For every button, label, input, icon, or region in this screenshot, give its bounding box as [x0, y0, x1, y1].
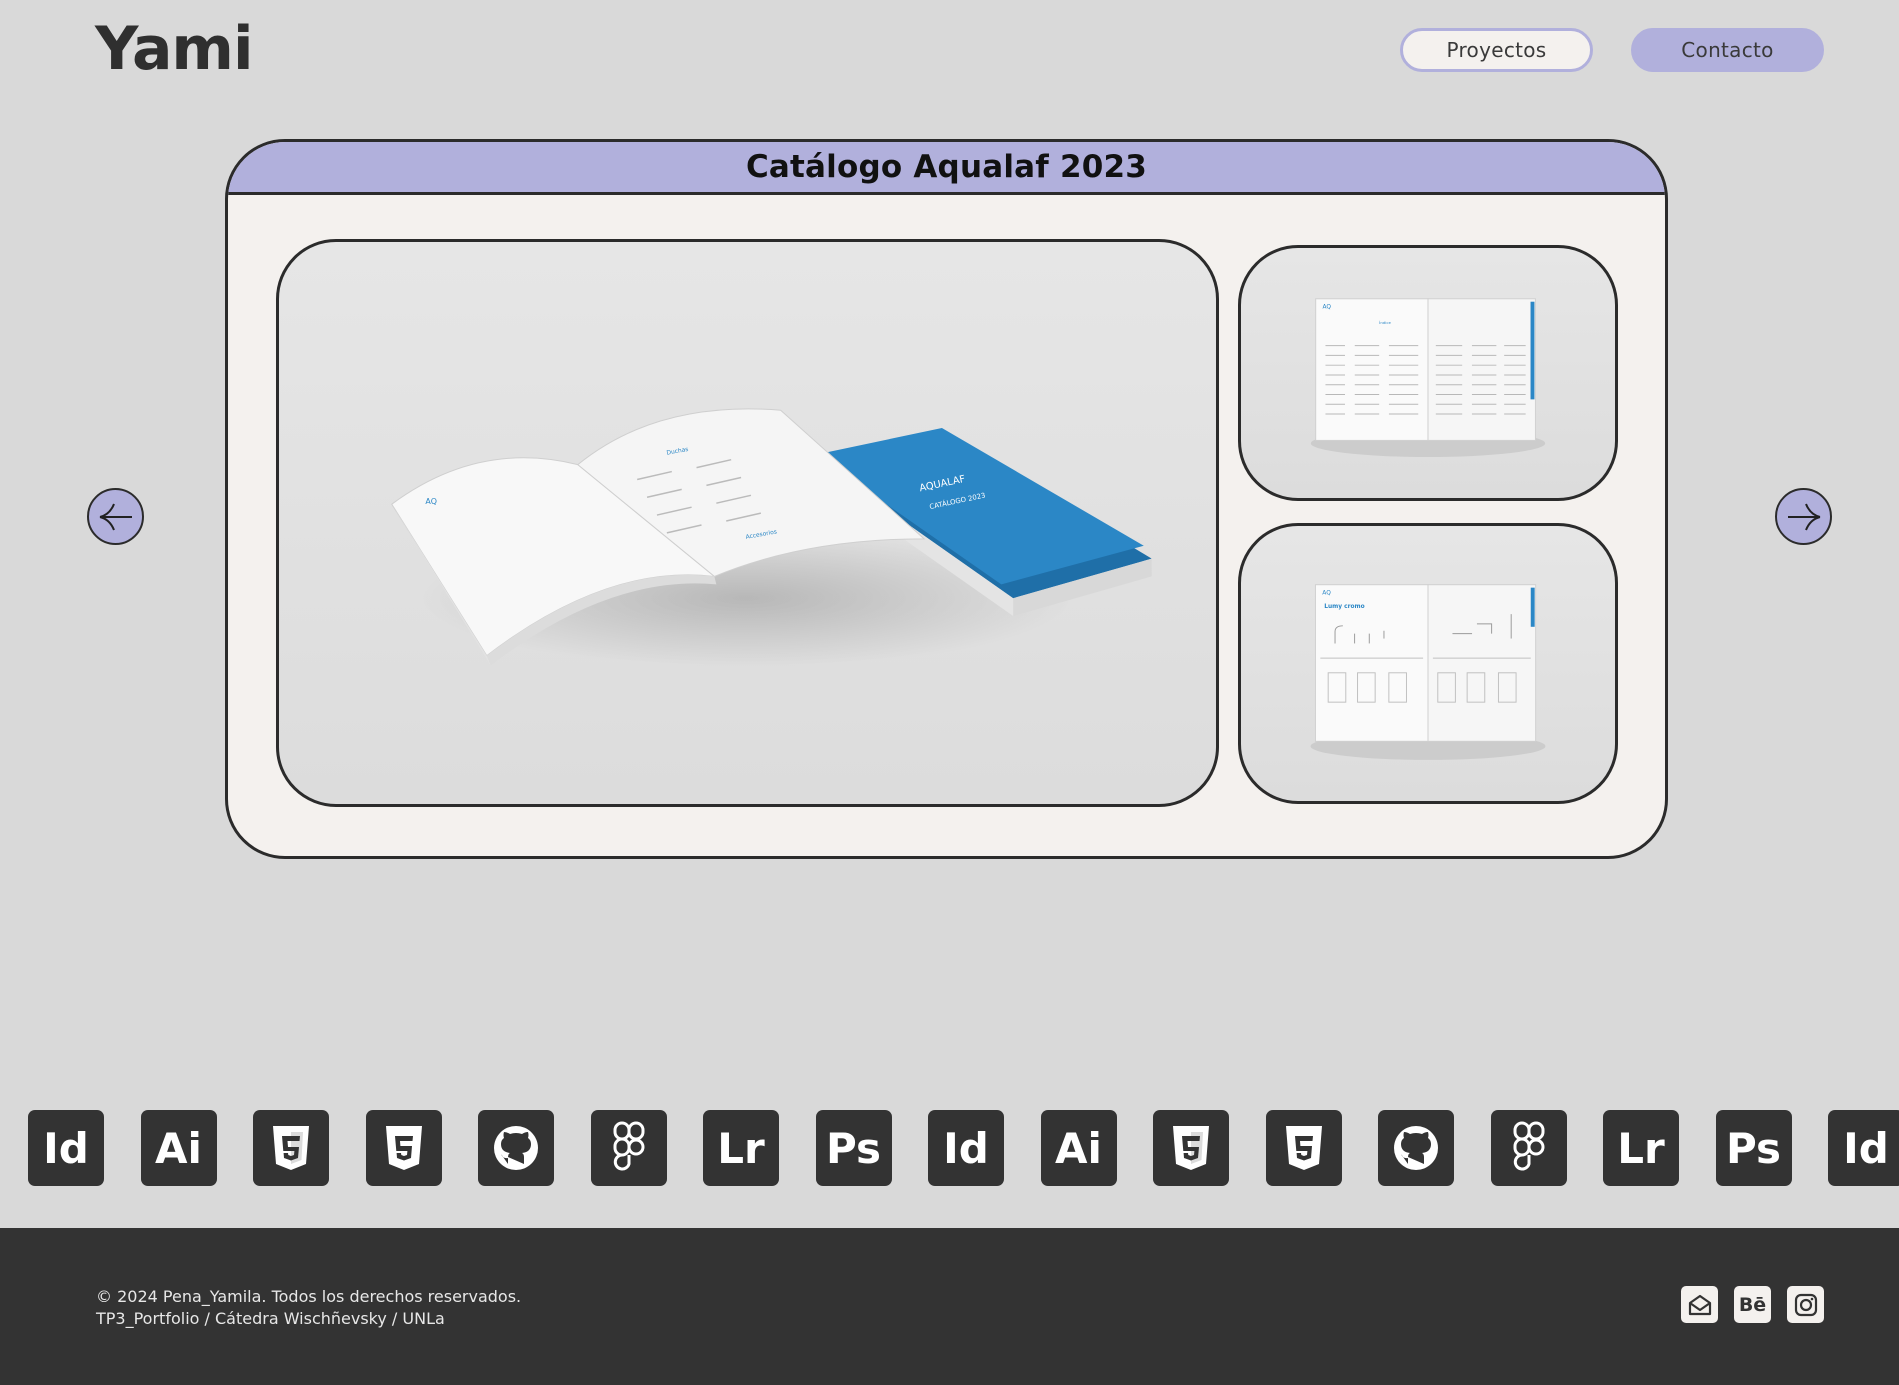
- tools-marquee: Id Ai Lr Ps Id Ai Lr Ps Id: [0, 1110, 1899, 1186]
- indesign-icon: Id: [1828, 1110, 1899, 1186]
- next-project-button[interactable]: [1775, 488, 1832, 545]
- html5-icon: [253, 1110, 329, 1186]
- illustrator-icon: Ai: [140, 1110, 217, 1186]
- css3-icon: [365, 1110, 442, 1186]
- catalog-spread-product[interactable]: AQ Lumy cromo: [1238, 523, 1618, 804]
- lightroom-icon: Lr: [1603, 1110, 1679, 1186]
- catalog-spread-index[interactable]: AQ Índice: [1238, 245, 1618, 501]
- illustrator-icon: Ai: [1040, 1110, 1117, 1186]
- svg-text:Lumy cromo: Lumy cromo: [1324, 604, 1364, 610]
- catalog-index-image: AQ Índice: [1310, 298, 1546, 457]
- css3-icon: [1265, 1110, 1342, 1186]
- svg-text:AQ: AQ: [1323, 305, 1332, 311]
- catalog-mockup-image: AQUALAF CATÁLOGO 2023 AQ Duchas Accesori…: [391, 408, 1152, 668]
- contact-button[interactable]: Contacto: [1631, 28, 1824, 72]
- photoshop-icon: Ps: [1715, 1110, 1792, 1186]
- previous-project-button[interactable]: [87, 488, 144, 545]
- svg-text:AQ: AQ: [1322, 591, 1331, 597]
- html5-icon: [1153, 1110, 1229, 1186]
- figma-icon: [590, 1110, 667, 1186]
- svg-text:AQ: AQ: [425, 497, 436, 506]
- github-icon: [1378, 1110, 1454, 1186]
- photoshop-icon: Ps: [815, 1110, 892, 1186]
- github-icon: [478, 1110, 554, 1186]
- projects-button[interactable]: Proyectos: [1400, 28, 1593, 72]
- catalog-mockup-main[interactable]: AQUALAF CATÁLOGO 2023 AQ Duchas Accesori…: [276, 239, 1219, 807]
- footer-text: © 2024 Pena_Yamila. Todos los derechos r…: [96, 1286, 521, 1330]
- arrow-right-icon: [1787, 503, 1820, 530]
- copyright-text: © 2024 Pena_Yamila. Todos los derechos r…: [96, 1287, 522, 1306]
- portfolio-page: Yami Proyectos Contacto Catálogo Aqualaf…: [0, 0, 1899, 1385]
- behance-icon[interactable]: Bē: [1734, 1286, 1771, 1323]
- svg-text:Índice: Índice: [1379, 320, 1391, 325]
- credits-text: TP3_Portfolio / Cátedra Wischñevsky / UN…: [96, 1309, 445, 1328]
- lightroom-icon: Lr: [703, 1110, 779, 1186]
- project-card: Catálogo Aqualaf 2023 AQUALAF CATÁLOGO 2…: [225, 139, 1668, 859]
- email-icon[interactable]: [1681, 1286, 1718, 1323]
- site-logo[interactable]: Yami: [95, 14, 254, 84]
- project-title: Catálogo Aqualaf 2023: [228, 142, 1665, 195]
- arrow-left-icon: [99, 503, 132, 530]
- catalog-product-image: AQ Lumy cromo: [1310, 584, 1546, 760]
- site-footer: © 2024 Pena_Yamila. Todos los derechos r…: [0, 1228, 1899, 1385]
- indesign-icon: Id: [28, 1110, 104, 1186]
- indesign-icon: Id: [928, 1110, 1004, 1186]
- figma-icon: [1490, 1110, 1567, 1186]
- instagram-icon[interactable]: [1787, 1286, 1824, 1323]
